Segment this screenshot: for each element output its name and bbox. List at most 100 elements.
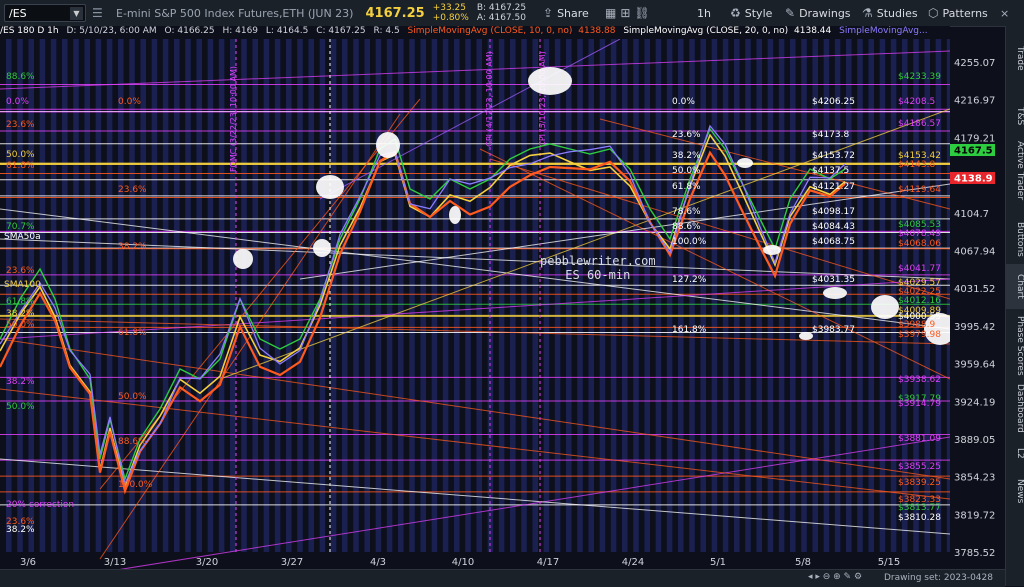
sidebar-item-phase-scores[interactable]: Phase Scores (1006, 311, 1024, 381)
studies-button[interactable]: ⚗ Studies (862, 0, 918, 26)
event-label: FOMC (3/22/23, 10:00 AM) (229, 66, 238, 172)
watermark-line-1: pebblewriter.com (540, 254, 656, 268)
level-price-label: $3938.62 (898, 375, 941, 385)
fib-pct-label: 88.6% (672, 222, 701, 232)
marker-ellipse (799, 332, 813, 340)
fib-pct-label: 50.0% (672, 166, 701, 176)
x-axis-label: 3/20 (196, 557, 218, 568)
x-axis-label: 5/8 (795, 557, 811, 568)
session-stripe (767, 39, 774, 552)
right-sidebar: Trade T&S Active Trader Buttons Chart Ph… (1005, 26, 1024, 586)
left-level-label: 100.0% (118, 480, 153, 490)
series-label: /ES 180 D 1h (0, 26, 59, 36)
price-axis-label: 3995.42 (954, 322, 995, 333)
bottom-icons[interactable]: ◂ ▸ ⊖ ⊕ ✎ ⚙ (808, 572, 862, 582)
left-level-label: 88.6% (6, 72, 35, 82)
price-axis[interactable]: 4255.074216.974179.214141.524104.74067.9… (950, 39, 1005, 569)
level-price-label: $4068.06 (898, 239, 941, 249)
left-level-label: SMA100 (4, 280, 41, 290)
session-stripe (890, 39, 897, 552)
session-stripe (263, 39, 270, 552)
sidebar-item-ts[interactable]: T&S (1006, 96, 1024, 136)
price-axis-label: 4031.52 (954, 284, 995, 295)
session-stripe (241, 39, 247, 552)
left-level-label: 0.0% (6, 97, 29, 107)
toolbar-icons[interactable]: ▦ ⊞ ⛓ (605, 0, 650, 26)
session-stripe (655, 39, 662, 552)
left-level-label: 23.6% (6, 120, 35, 130)
session-stripe (812, 39, 818, 552)
left-level-label: 61.8% (118, 328, 147, 338)
style-button[interactable]: ♻ Style (730, 0, 772, 26)
chart-watermark: pebblewriter.com ES 60-min (540, 254, 656, 282)
grid-icon[interactable]: ⊞ (620, 6, 630, 20)
session-stripe (633, 39, 639, 552)
level-price-label: $4143.8 (898, 160, 935, 170)
level-price-label: $4208.5 (898, 97, 935, 107)
session-stripe (846, 39, 852, 552)
left-level-label: 38.2% (118, 242, 147, 252)
sidebar-item-news[interactable]: News (1006, 471, 1024, 511)
drawing-set-label[interactable]: Drawing set: 2023-0428 (884, 573, 993, 583)
fib-pct-label: 38.2% (672, 151, 701, 161)
price-chart[interactable]: FOMC (3/22/23, 10:00 AM) CPI (4/12/23, 10… (0, 39, 950, 569)
interval-button[interactable]: 1h (697, 0, 711, 26)
fib-price-label: $4173.8 (812, 130, 849, 140)
session-stripe (420, 39, 426, 552)
chevron-down-icon[interactable]: ▼ (70, 7, 83, 20)
session-stripe (801, 39, 807, 552)
sma20-label: SimpleMovingAvg (CLOSE, 20, 0, no) (623, 26, 789, 36)
link-icon[interactable]: ⛓ (634, 6, 649, 20)
left-level-label: 88.6% (118, 437, 147, 447)
session-stripe (577, 39, 583, 552)
drawings-button[interactable]: ✎ Drawings (785, 0, 851, 26)
marker-ellipse (233, 249, 253, 269)
level-price-label: $3810.28 (898, 513, 941, 523)
fib-price-label: $4137.5 (812, 166, 849, 176)
session-stripe (554, 39, 561, 552)
session-stripe (218, 39, 225, 552)
fib-pct-label: 0.0% (672, 97, 695, 107)
marker-ellipse (737, 158, 753, 168)
sma-more-label: SimpleMovingAvg... (839, 26, 928, 36)
x-axis-label: 4/17 (537, 557, 559, 568)
sidebar-item-active-trader[interactable]: Active Trader (1006, 136, 1024, 206)
patterns-button[interactable]: ⬡ Patterns (928, 0, 988, 26)
left-level-label: 50.0% (6, 402, 35, 412)
share-button[interactable]: ⇪ Share (543, 0, 589, 26)
level-price-label: $4078.49 (898, 229, 941, 239)
sidebar-item-dashboard[interactable]: Dashboard (1006, 381, 1024, 436)
sidebar-item-trade[interactable]: Trade (1006, 38, 1024, 78)
sidebar-item-buttons[interactable]: Buttons (1006, 214, 1024, 264)
last-price-tag: 4167.5 (954, 146, 993, 157)
sidebar-item-l2[interactable]: L2 (1006, 441, 1024, 466)
left-level-label: 38.2% (6, 309, 35, 319)
left-level-label: 38.2% (6, 377, 35, 387)
left-level-label: 50.0% (6, 320, 35, 330)
fib-price-label: $4084.43 (812, 222, 855, 232)
sidebar-item-chart[interactable]: Chart (1006, 264, 1024, 309)
session-stripe (610, 39, 617, 552)
close-icon[interactable]: × (1000, 0, 1009, 26)
event-label: CPI (5/10/23, 10:00 AM) (538, 51, 547, 146)
session-stripe (364, 39, 370, 552)
open-value: O: 4166.25 (164, 26, 215, 36)
session-stripe (431, 39, 438, 552)
fib-pct-label: 61.8% (672, 182, 701, 192)
fib-pct-label: 100.0% (672, 237, 707, 247)
session-stripe (857, 39, 863, 552)
level-price-label: $3855.25 (898, 462, 941, 472)
fib-pct-label: 161.8% (672, 325, 707, 335)
price-axis-label: 3924.19 (954, 397, 995, 408)
price-axis-label: 4104.7 (954, 209, 989, 220)
symbol-input[interactable]: /ES ▼ (4, 4, 86, 22)
x-axis-label: 3/13 (104, 557, 126, 568)
list-icon[interactable]: ☰ (92, 6, 106, 20)
x-axis-label: 4/3 (370, 557, 386, 568)
session-stripe (386, 39, 393, 552)
high-value: H: 4169 (222, 26, 259, 36)
marker-ellipse (763, 245, 781, 255)
session-stripe (566, 39, 572, 552)
session-stripe (73, 39, 79, 552)
layout-icon[interactable]: ▦ (605, 6, 616, 20)
